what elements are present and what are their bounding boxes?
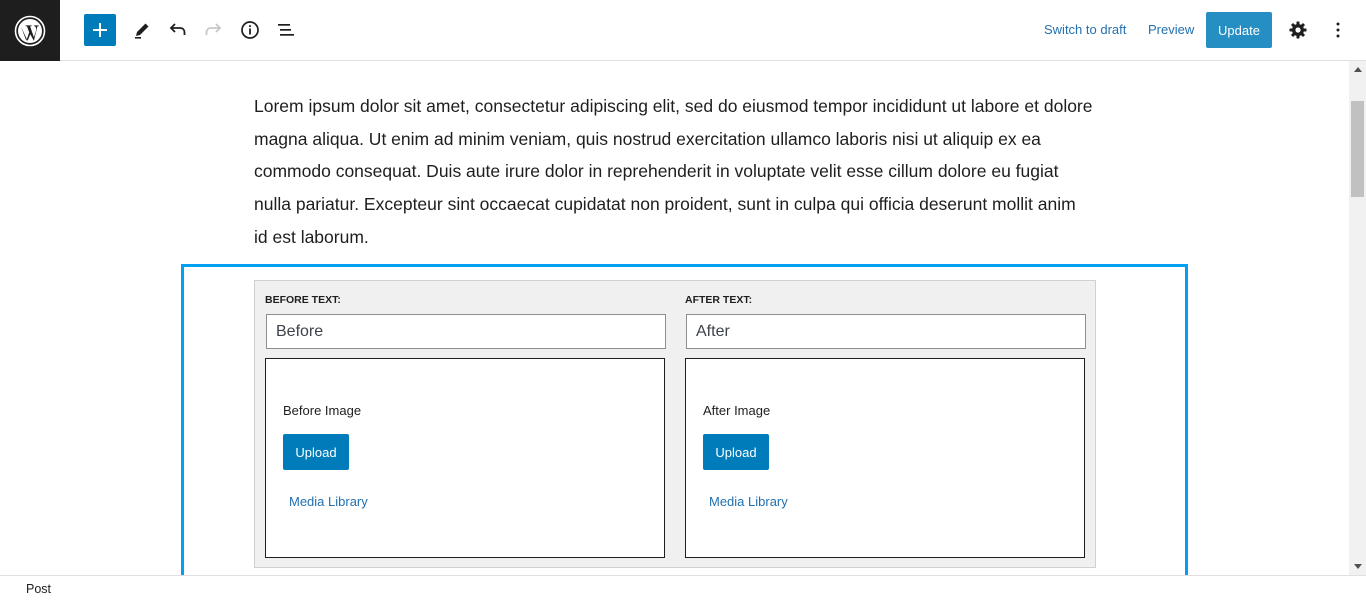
before-text-input[interactable]: Before [266,314,666,349]
undo-icon [169,23,186,35]
redo-button[interactable] [197,14,229,46]
vertical-scrollbar[interactable] [1349,61,1366,575]
settings-button[interactable] [1282,14,1314,46]
switch-to-draft-button[interactable]: Switch to draft [1044,22,1126,37]
before-upload-button[interactable]: Upload [283,434,349,470]
editor-header: Switch to draft Preview Update [0,0,1366,61]
scroll-up-arrow-icon[interactable] [1349,61,1366,78]
more-vertical-icon [1336,22,1340,38]
editor-canvas: Lorem ipsum dolor sit amet, consectetur … [0,61,1349,575]
before-text-label: BEFORE TEXT: [265,294,341,306]
plus-icon [93,23,107,37]
pencil-icon [135,23,149,39]
after-media-library-link[interactable]: Media Library [709,494,788,509]
after-text-label: AFTER TEXT: [685,294,753,306]
redo-icon [205,23,222,35]
scroll-down-arrow-icon[interactable] [1349,558,1366,575]
after-image-title: After Image [703,403,771,418]
info-icon [241,21,259,39]
after-image-box: After Image Upload Media Library [685,358,1085,558]
options-button[interactable] [1322,14,1354,46]
tools-button[interactable] [126,14,158,46]
before-media-library-link[interactable]: Media Library [289,494,368,509]
wordpress-logo[interactable] [0,0,60,61]
list-view-button[interactable] [270,14,302,46]
preview-button[interactable]: Preview [1148,22,1194,37]
paragraph-block[interactable]: Lorem ipsum dolor sit amet, consectetur … [254,90,1094,254]
add-block-button[interactable] [84,14,116,46]
block-breadcrumb-footer: Post [0,575,1366,600]
before-image-title: Before Image [283,403,362,418]
undo-button[interactable] [162,14,194,46]
scrollbar-thumb[interactable] [1351,101,1364,197]
list-view-icon [278,24,294,36]
after-upload-button[interactable]: Upload [703,434,769,470]
wordpress-icon [14,15,46,46]
details-button[interactable] [234,14,266,46]
before-after-block[interactable]: BEFORE TEXT: AFTER TEXT: Before After Be… [254,280,1096,568]
after-text-input[interactable]: After [686,314,1086,349]
gear-icon [1289,21,1307,39]
breadcrumb-post[interactable]: Post [26,582,51,596]
update-button[interactable]: Update [1206,12,1272,48]
before-image-box: Before Image Upload Media Library [265,358,665,558]
